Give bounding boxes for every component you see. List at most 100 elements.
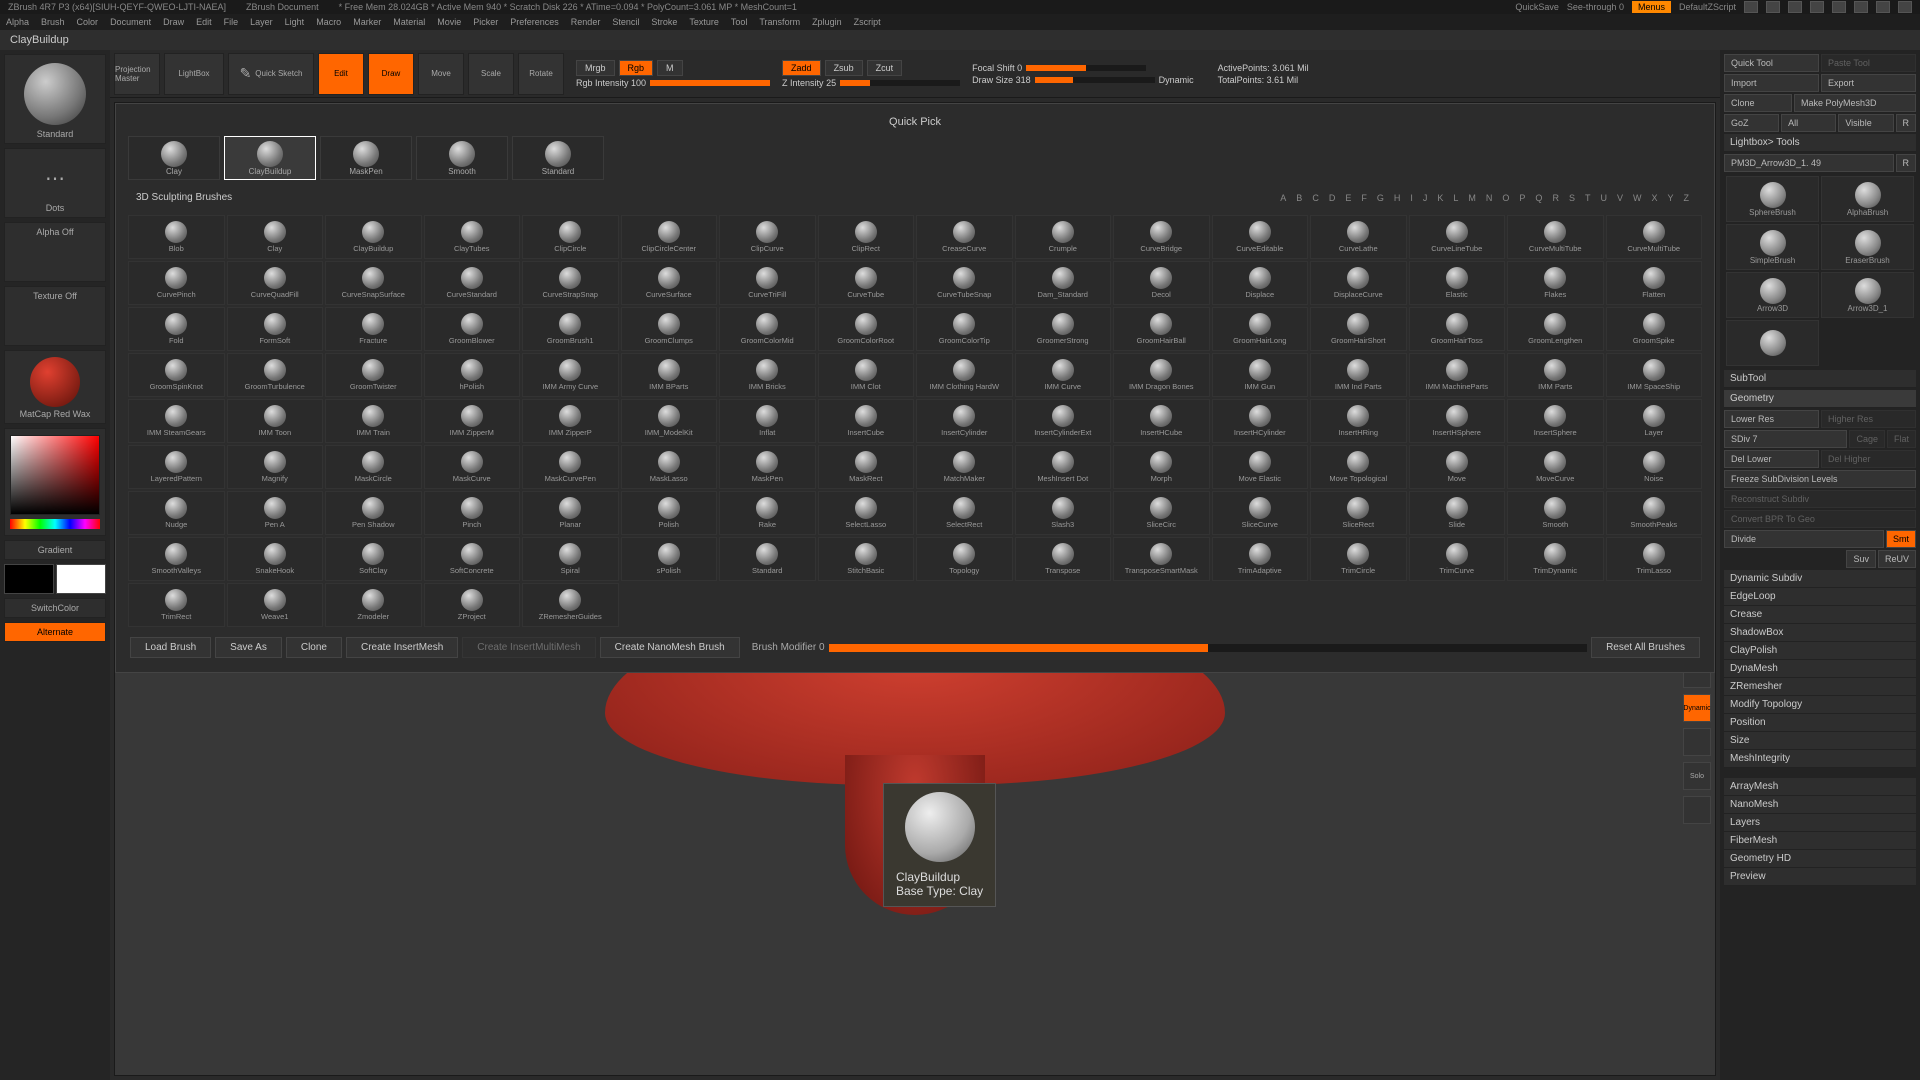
brush-imm-curve[interactable]: IMM Curve	[1015, 353, 1112, 397]
brush-transposesmartmask[interactable]: TransposeSmartMask	[1113, 537, 1210, 581]
brush-clipcircle[interactable]: ClipCircle	[522, 215, 619, 259]
brush-curvelathe[interactable]: CurveLathe	[1310, 215, 1407, 259]
brush-imm-steamgears[interactable]: IMM SteamGears	[128, 399, 225, 443]
tool-current[interactable]	[1726, 320, 1819, 366]
brush-imm-gun[interactable]: IMM Gun	[1212, 353, 1309, 397]
hue-bar[interactable]	[10, 519, 100, 529]
zadd-button[interactable]: Zadd	[782, 60, 821, 76]
section-geometry-hd[interactable]: Geometry HD	[1724, 850, 1916, 868]
window-btn-5[interactable]	[1832, 1, 1846, 13]
brush-flakes[interactable]: Flakes	[1507, 261, 1604, 305]
brush-imm-machineparts[interactable]: IMM MachineParts	[1409, 353, 1506, 397]
brush-groomblower[interactable]: GroomBlower	[424, 307, 521, 351]
section-geometry[interactable]: Geometry	[1724, 390, 1916, 408]
window-btn-3[interactable]	[1788, 1, 1802, 13]
draw-size-slider[interactable]	[1035, 77, 1155, 83]
lightbox-button[interactable]: LightBox	[164, 53, 224, 95]
brush-curvemultitube[interactable]: CurveMultiTube	[1606, 215, 1703, 259]
viewport-btn-Solo[interactable]: Solo	[1683, 762, 1711, 790]
brush-groombrush1[interactable]: GroomBrush1	[522, 307, 619, 351]
suv-button[interactable]: Suv	[1846, 550, 1876, 568]
divide-button[interactable]: Divide	[1724, 530, 1884, 548]
brush-elastic[interactable]: Elastic	[1409, 261, 1506, 305]
rgb-button[interactable]: Rgb	[619, 60, 654, 76]
menus-button[interactable]: Menus	[1632, 1, 1671, 13]
menu-tool[interactable]: Tool	[731, 17, 748, 27]
section-preview[interactable]: Preview	[1724, 868, 1916, 886]
focal-shift-slider[interactable]	[1026, 65, 1146, 71]
alpha-filter-D[interactable]: D	[1324, 193, 1341, 203]
switchcolor-button[interactable]: SwitchColor	[4, 598, 106, 618]
save-as-button[interactable]: Save As	[215, 637, 282, 658]
brush-layeredpattern[interactable]: LayeredPattern	[128, 445, 225, 489]
brush-curvesurface[interactable]: CurveSurface	[621, 261, 718, 305]
brush-curveeditable[interactable]: CurveEditable	[1212, 215, 1309, 259]
create-insertmesh-button[interactable]: Create InsertMesh	[346, 637, 458, 658]
window-btn-1[interactable]	[1744, 1, 1758, 13]
alpha-filter-I[interactable]: I	[1405, 193, 1418, 203]
brush-trimcurve[interactable]: TrimCurve	[1409, 537, 1506, 581]
menu-file[interactable]: File	[224, 17, 239, 27]
brush-preview[interactable]: Standard	[4, 54, 106, 144]
brush-imm-clothing-hardw[interactable]: IMM Clothing HardW	[916, 353, 1013, 397]
menu-edit[interactable]: Edit	[196, 17, 212, 27]
section-subtool[interactable]: SubTool	[1724, 370, 1916, 388]
brush-groomtwister[interactable]: GroomTwister	[325, 353, 422, 397]
brush-zmodeler[interactable]: Zmodeler	[325, 583, 422, 627]
brush-groomspike[interactable]: GroomSpike	[1606, 307, 1703, 351]
alpha-filter-T[interactable]: T	[1580, 193, 1596, 203]
section-fibermesh[interactable]: FiberMesh	[1724, 832, 1916, 850]
section-modify-topology[interactable]: Modify Topology	[1724, 696, 1916, 714]
texture-slot[interactable]: Texture Off	[4, 286, 106, 346]
brush-pen-shadow[interactable]: Pen Shadow	[325, 491, 422, 535]
alpha-filter-E[interactable]: E	[1340, 193, 1356, 203]
brush-meshinsert-dot[interactable]: MeshInsert Dot	[1015, 445, 1112, 489]
quickpick-standard[interactable]: Standard	[512, 136, 604, 180]
alpha-filter-all[interactable]	[1265, 193, 1275, 203]
brush-imm-modelkit[interactable]: IMM_ModelKit	[621, 399, 718, 443]
brush-groomhairshort[interactable]: GroomHairShort	[1310, 307, 1407, 351]
brush-selectrect[interactable]: SelectRect	[916, 491, 1013, 535]
menu-zplugin[interactable]: Zplugin	[812, 17, 842, 27]
rotate-button[interactable]: Rotate	[518, 53, 564, 95]
brush-decol[interactable]: Decol	[1113, 261, 1210, 305]
window-btn-2[interactable]	[1766, 1, 1780, 13]
viewport-btn-11[interactable]	[1683, 728, 1711, 756]
section-edgeloop[interactable]: EdgeLoop	[1724, 588, 1916, 606]
menu-transform[interactable]: Transform	[759, 17, 800, 27]
alpha-filter-J[interactable]: J	[1418, 193, 1433, 203]
menu-movie[interactable]: Movie	[437, 17, 461, 27]
smt-button[interactable]: Smt	[1886, 530, 1916, 548]
viewport-btn-Dynamic[interactable]: Dynamic	[1683, 694, 1711, 722]
alpha-filter-B[interactable]: B	[1291, 193, 1307, 203]
menu-material[interactable]: Material	[393, 17, 425, 27]
brush-imm-ind-parts[interactable]: IMM Ind Parts	[1310, 353, 1407, 397]
brush-creasecurve[interactable]: CreaseCurve	[916, 215, 1013, 259]
brush-dam-standard[interactable]: Dam_Standard	[1015, 261, 1112, 305]
brush-clay[interactable]: Clay	[227, 215, 324, 259]
brush-zproject[interactable]: ZProject	[424, 583, 521, 627]
brush-groomclumps[interactable]: GroomClumps	[621, 307, 718, 351]
brush-spiral[interactable]: Spiral	[522, 537, 619, 581]
quickpick-clay[interactable]: Clay	[128, 136, 220, 180]
alpha-filter-U[interactable]: U	[1595, 193, 1612, 203]
alpha-filter-H[interactable]: H	[1389, 193, 1406, 203]
quicksketch-button[interactable]: ✎ Quick Sketch	[228, 53, 314, 95]
brush-imm-army-curve[interactable]: IMM Army Curve	[522, 353, 619, 397]
color-swatch-black[interactable]	[4, 564, 54, 594]
viewport-btn-13[interactable]	[1683, 796, 1711, 824]
brush-crumple[interactable]: Crumple	[1015, 215, 1112, 259]
brush-imm-parts[interactable]: IMM Parts	[1507, 353, 1604, 397]
m-button[interactable]: M	[657, 60, 683, 76]
alpha-filter-A[interactable]: A	[1275, 193, 1291, 203]
menu-light[interactable]: Light	[285, 17, 305, 27]
create-nanomesh-button[interactable]: Create NanoMesh Brush	[600, 637, 740, 658]
reset-brushes-button[interactable]: Reset All Brushes	[1591, 637, 1700, 658]
brush-weave1[interactable]: Weave1	[227, 583, 324, 627]
alpha-filter-P[interactable]: P	[1514, 193, 1530, 203]
alpha-filter-G[interactable]: G	[1372, 193, 1389, 203]
menu-picker[interactable]: Picker	[473, 17, 498, 27]
brush-imm-zipperm[interactable]: IMM ZipperM	[424, 399, 521, 443]
minimize-button[interactable]	[1854, 1, 1868, 13]
menu-render[interactable]: Render	[571, 17, 601, 27]
